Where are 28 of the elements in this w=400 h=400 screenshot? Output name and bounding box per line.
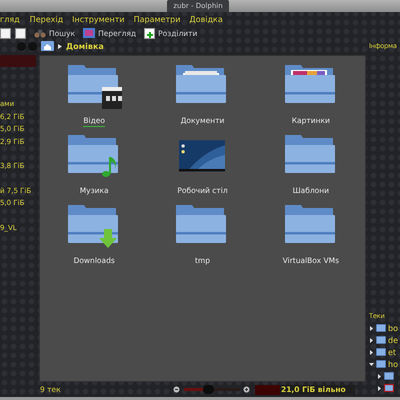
menu-item[interactable]: Перехід [30,14,64,24]
tree-item[interactable]: ho [388,360,398,368]
expand-arrow-icon[interactable] [377,386,382,390]
preview-icon [83,28,96,38]
menu-item[interactable]: Довідка [189,14,223,24]
expand-arrow-icon[interactable] [369,326,374,330]
chevron-icon [58,44,62,48]
expand-arrow-icon[interactable] [369,362,374,366]
tree-item[interactable]: bo [388,324,398,332]
details-view-button[interactable] [0,28,11,38]
breadcrumb-item[interactable]: Домівка [66,42,104,50]
expand-arrow-icon[interactable] [369,350,374,354]
binoculars-icon [34,28,46,38]
menu-item[interactable]: Інструменти [72,14,125,24]
menu-item[interactable]: Параметри [134,14,180,24]
expand-arrow-icon[interactable] [377,374,382,378]
zoom-in-icon[interactable] [243,386,251,394]
places-bar [0,55,36,67]
zoom-slider[interactable] [184,388,240,391]
split-view-icon [144,28,156,38]
tree-item[interactable]: de [388,336,398,344]
menu-item[interactable]: гляд [0,14,20,24]
zoom-out-icon[interactable] [173,386,181,394]
tree-item[interactable]: et [388,348,396,356]
expand-arrow-icon[interactable] [369,338,374,342]
home-folder-icon[interactable] [41,41,54,51]
slider-thumb[interactable] [203,385,214,394]
columns-view-button[interactable] [15,28,26,38]
